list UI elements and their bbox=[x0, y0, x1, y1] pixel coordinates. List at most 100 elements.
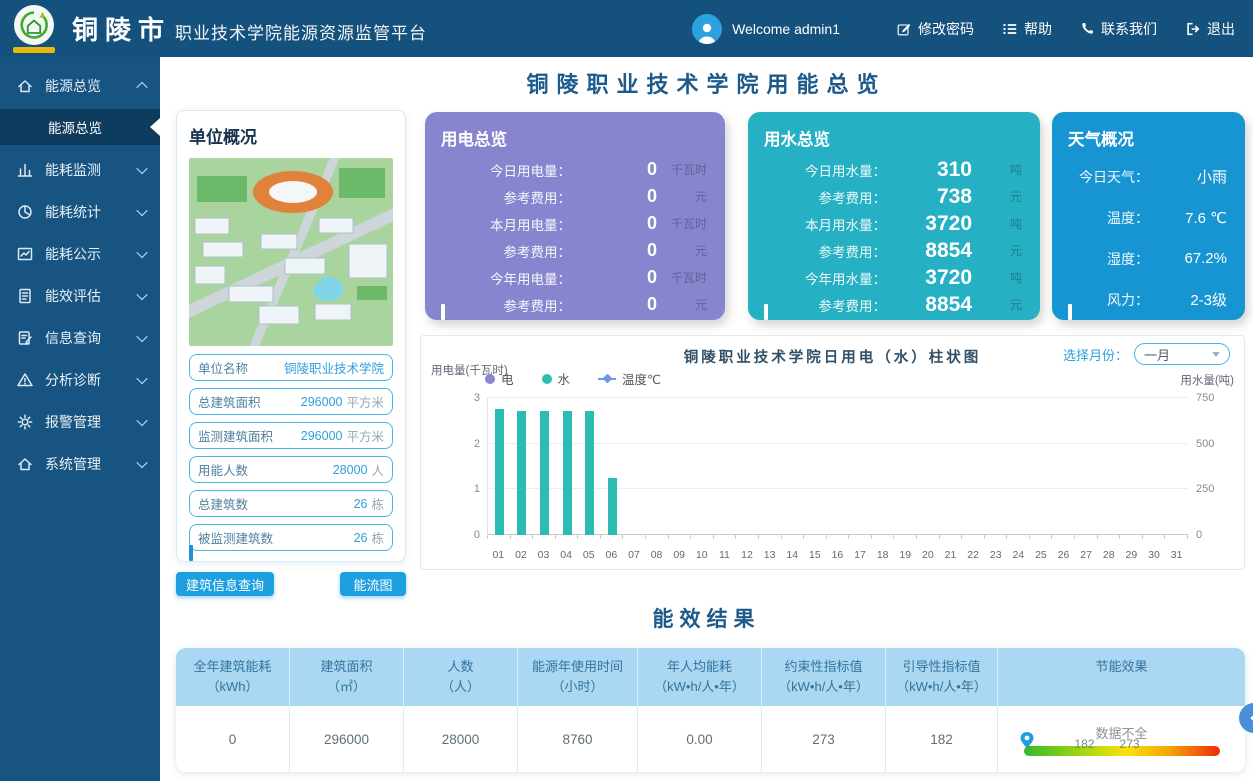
sidebar-item-label: 信息查询 bbox=[45, 328, 127, 348]
weather-overview-card: 天气概况 今日天气：小雨温度：7.6 ℃湿度：67.2%风力：2-3级 bbox=[1052, 112, 1245, 320]
sidebar-item-8[interactable]: 系统管理 bbox=[0, 443, 160, 485]
x-label: 12 bbox=[736, 549, 759, 561]
water-bar-02 bbox=[517, 411, 526, 535]
sidebar-item-6[interactable]: 分析诊断 bbox=[0, 359, 160, 401]
header-line1: 引导性指标值 bbox=[890, 657, 993, 677]
right-tick-label: 750 bbox=[1196, 392, 1214, 404]
right-tick-label: 0 bbox=[1196, 529, 1202, 541]
legend-item-2[interactable]: 温度℃ bbox=[598, 369, 661, 388]
stat-value: 8854 bbox=[886, 239, 972, 263]
weather-card-body: 今日天气：小雨温度：7.6 ℃湿度：67.2%风力：2-3级 bbox=[1068, 156, 1227, 320]
stat-label: 湿度： bbox=[1068, 249, 1149, 269]
unit-field-unit: 人 bbox=[371, 460, 384, 479]
x-tick bbox=[1165, 535, 1188, 539]
unit-field-label: 被监测建筑数 bbox=[198, 528, 273, 547]
table-header-4: 年人均能耗（kW•h/人•年） bbox=[638, 648, 762, 706]
line-chart-icon bbox=[16, 245, 34, 263]
x-tick bbox=[578, 535, 601, 539]
stat-row-2: 本月用水量：3720吨 bbox=[764, 210, 1022, 237]
sidebar-item-0[interactable]: 能源总览 bbox=[0, 65, 160, 107]
header-action-1[interactable]: 帮助 bbox=[1002, 19, 1052, 39]
sidebar-item-4[interactable]: 能效评估 bbox=[0, 275, 160, 317]
water-card-title: 用水总览 bbox=[764, 126, 830, 150]
stat-row-1: 温度：7.6 ℃ bbox=[1068, 197, 1227, 238]
header-action-2[interactable]: 联系我们 bbox=[1080, 19, 1157, 39]
building-info-query-button[interactable]: 建筑信息查询 bbox=[176, 572, 274, 596]
sidebar-item-label: 能耗统计 bbox=[45, 202, 127, 222]
sidebar-item-1[interactable]: 能耗监测 bbox=[0, 149, 160, 191]
x-tick bbox=[736, 535, 759, 539]
unit-field-label: 监测建筑面积 bbox=[198, 426, 273, 445]
energy-flow-diagram-button[interactable]: 能流图 bbox=[340, 572, 406, 596]
sidebar-item-5[interactable]: 信息查询 bbox=[0, 317, 160, 359]
legend-label: 温度℃ bbox=[622, 369, 661, 388]
stat-label: 今日用电量： bbox=[441, 160, 571, 180]
x-label: 06 bbox=[600, 549, 623, 561]
sidebar-subitem-label: 能源总览 bbox=[48, 117, 102, 137]
unit-field-unit: 栋 bbox=[371, 494, 384, 513]
x-tick bbox=[669, 535, 692, 539]
legend-label: 电 bbox=[501, 369, 514, 388]
stat-label: 今年用水量： bbox=[764, 268, 886, 288]
user-avatar-icon[interactable] bbox=[692, 14, 722, 44]
x-label: 04 bbox=[555, 549, 578, 561]
stat-value: 0 bbox=[571, 159, 657, 180]
sidebar-item-3[interactable]: 能耗公示 bbox=[0, 233, 160, 275]
stat-row-3: 参考费用：8854元 bbox=[764, 237, 1022, 264]
stat-label: 参考费用： bbox=[441, 241, 571, 261]
logout-icon bbox=[1185, 21, 1201, 37]
header-action-0[interactable]: 修改密码 bbox=[896, 19, 974, 39]
document-icon bbox=[16, 287, 34, 305]
stat-label: 今年用电量： bbox=[441, 268, 571, 288]
x-tick bbox=[1075, 535, 1098, 539]
x-tick bbox=[985, 535, 1008, 539]
stat-value: 0 bbox=[571, 186, 657, 207]
x-label: 24 bbox=[1007, 549, 1030, 561]
header-line1: 人数 bbox=[408, 657, 513, 677]
x-tick bbox=[601, 535, 624, 539]
stat-label: 今日用水量： bbox=[764, 160, 886, 180]
table-header-0: 全年建筑能耗（kWh） bbox=[176, 648, 290, 706]
water-card-body: 今日用水量：310吨参考费用：738元本月用水量：3720吨参考费用：8854元… bbox=[764, 156, 1022, 318]
stat-row-0: 今日用水量：310吨 bbox=[764, 156, 1022, 183]
bar-chart-icon bbox=[16, 161, 34, 179]
stat-value: 67.2% bbox=[1149, 250, 1227, 267]
stat-unit: 元 bbox=[972, 296, 1022, 313]
stat-value: 0 bbox=[571, 294, 657, 315]
x-label: 13 bbox=[758, 549, 781, 561]
header-line2: （㎡） bbox=[294, 677, 399, 697]
chevron-down-icon bbox=[1212, 352, 1220, 357]
header-line1: 约束性指标值 bbox=[766, 657, 881, 677]
title-accent-bar bbox=[764, 304, 768, 320]
header-line2: （kW•h/人•年） bbox=[642, 677, 757, 697]
stat-value: 小雨 bbox=[1149, 166, 1227, 187]
x-label: 07 bbox=[623, 549, 646, 561]
stat-unit: 千瓦时 bbox=[657, 215, 707, 232]
x-label: 22 bbox=[962, 549, 985, 561]
sidebar-item-2[interactable]: 能耗统计 bbox=[0, 191, 160, 233]
header-action-3[interactable]: 退出 bbox=[1185, 19, 1235, 39]
x-tick bbox=[1120, 535, 1143, 539]
x-tick bbox=[691, 535, 714, 539]
header-line2: （kW•h/人•年） bbox=[766, 677, 881, 697]
home-icon bbox=[16, 77, 34, 95]
month-select-dropdown[interactable]: 一月 bbox=[1134, 343, 1230, 365]
x-label: 14 bbox=[781, 549, 804, 561]
stat-label: 参考费用： bbox=[441, 187, 571, 207]
unit-field-value: 296000 bbox=[273, 429, 342, 443]
x-label: 03 bbox=[532, 549, 555, 561]
sidebar-item-7[interactable]: 报警管理 bbox=[0, 401, 160, 443]
unit-field-unit: 平方米 bbox=[346, 392, 384, 411]
header-line1: 节能效果 bbox=[1002, 657, 1241, 677]
title-accent-bar bbox=[189, 545, 193, 561]
table-cell-5: 273 bbox=[762, 706, 886, 772]
stat-label: 风力： bbox=[1068, 290, 1149, 310]
sidebar-subitem-0[interactable]: 能源总览 bbox=[0, 109, 160, 145]
sidebar-item-label: 能源总览 bbox=[45, 76, 127, 96]
eco-house-logo-icon bbox=[14, 5, 54, 45]
x-tick bbox=[872, 535, 895, 539]
legend-item-1[interactable]: 水 bbox=[542, 369, 571, 388]
legend-item-0[interactable]: 电 bbox=[485, 369, 514, 388]
stat-label: 参考费用： bbox=[764, 241, 886, 261]
stat-row-4: 今年用水量：3720吨 bbox=[764, 264, 1022, 291]
